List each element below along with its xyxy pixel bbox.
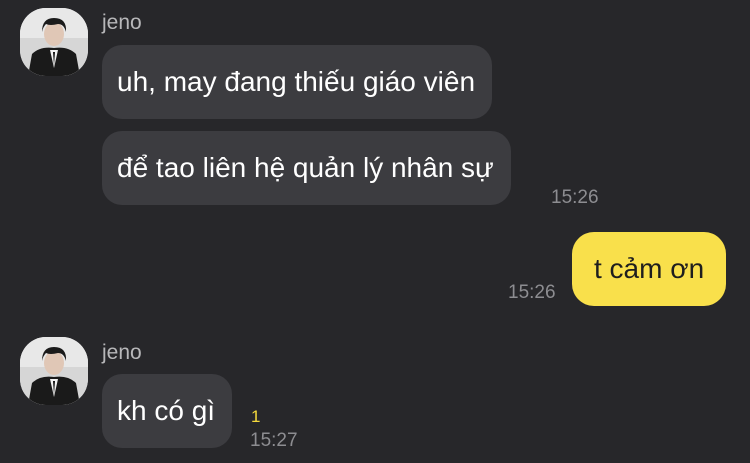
message-bubble[interactable]: kh có gì (102, 374, 233, 448)
message-bubble[interactable]: để tao liên hệ quản lý nhân sự (102, 131, 511, 205)
message-bubble[interactable]: uh, may đang thiếu giáo viên (102, 45, 493, 119)
sender-name: jeno (102, 11, 142, 34)
avatar[interactable] (20, 8, 88, 76)
avatar[interactable] (20, 337, 88, 405)
message-timestamp: 15:26 (551, 187, 599, 208)
unread-count-badge: 1 (251, 407, 261, 426)
sender-name: jeno (102, 341, 142, 364)
profile-photo-icon (20, 8, 88, 76)
profile-photo-icon (20, 337, 88, 405)
my-message-bubble[interactable]: t cảm ơn (572, 232, 727, 306)
message-timestamp: 15:26 (508, 282, 556, 303)
message-timestamp: 15:27 (250, 430, 298, 451)
